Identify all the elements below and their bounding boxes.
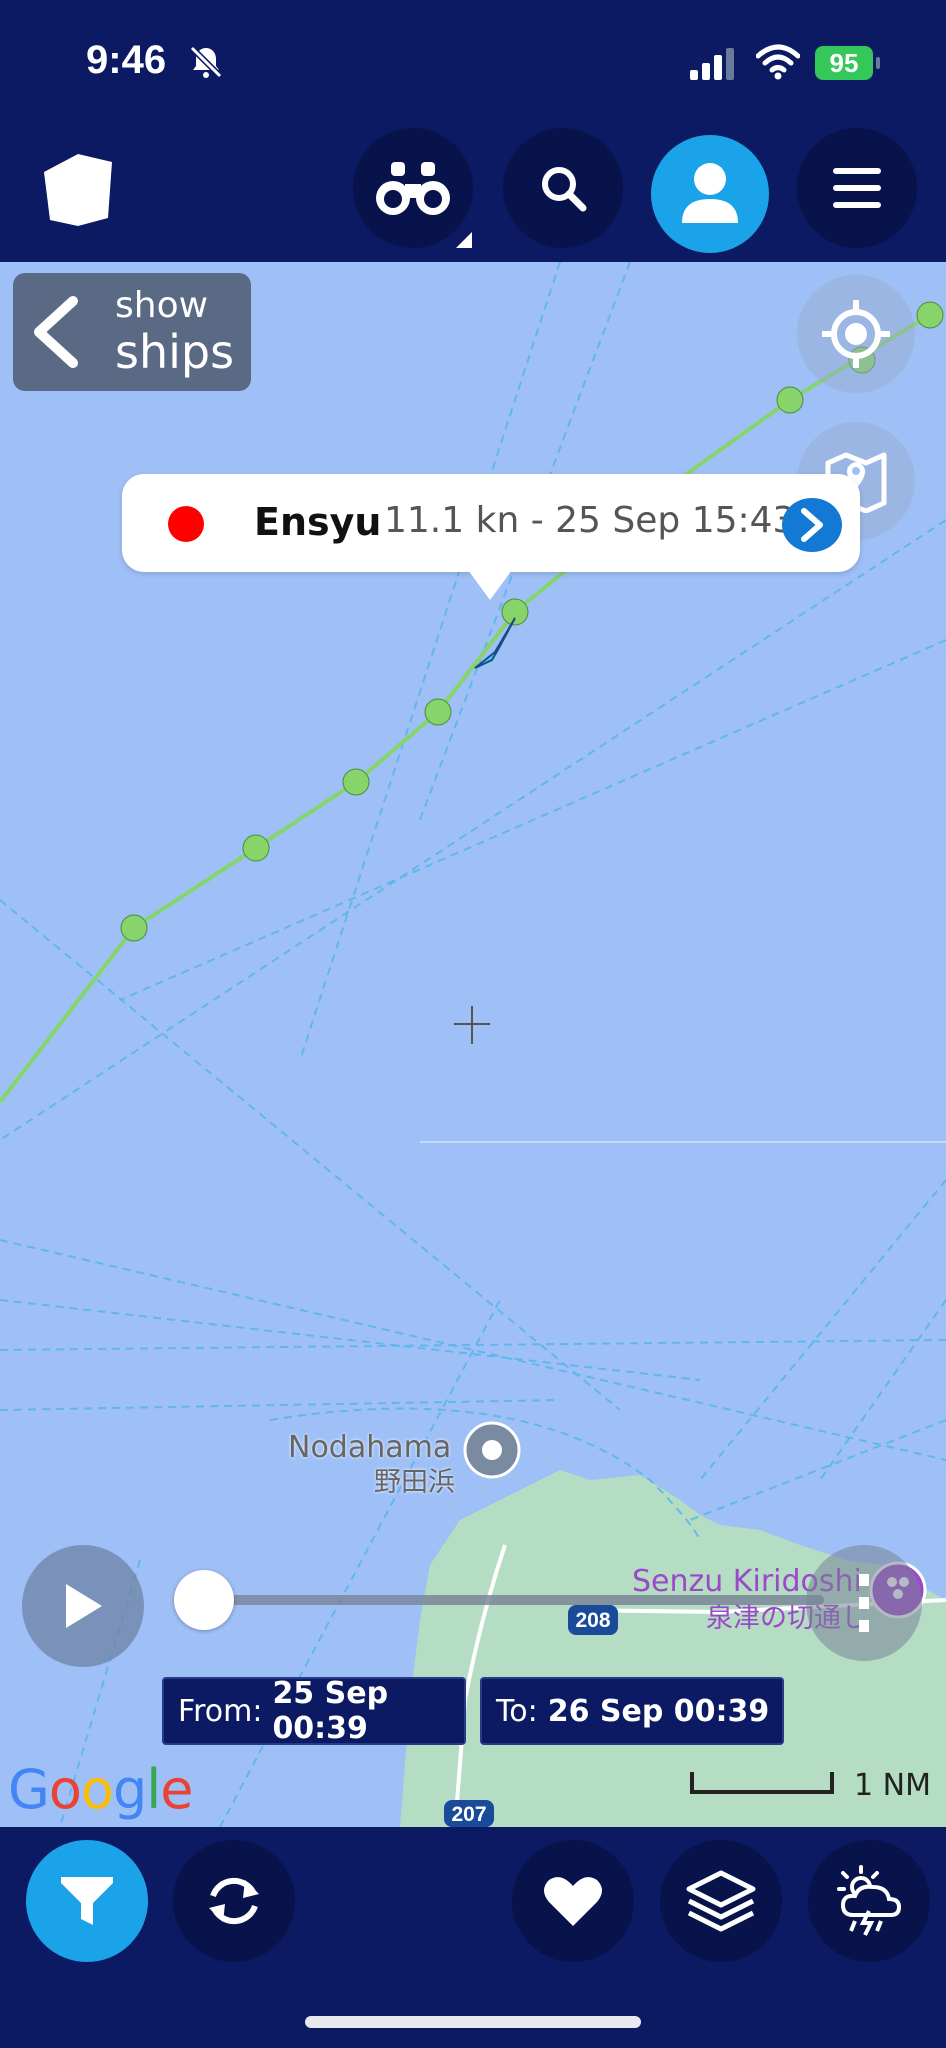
filter-icon [61,1877,113,1925]
battery-icon: 95 [815,46,873,80]
play-icon [66,1584,102,1628]
to-label: To: [496,1693,538,1729]
filter-button[interactable] [26,1840,148,1962]
layers-button[interactable] [660,1840,782,1962]
vessel-name: Ensyu [254,500,382,544]
user-button[interactable] [651,135,769,253]
scale-label: 1 NM [854,1768,931,1803]
status-bar: 9:46 95 [0,0,946,112]
battery-tip [876,57,880,69]
to-date[interactable]: To: 26 Sep 00:39 [480,1677,784,1745]
more-vertical-icon [859,1574,869,1632]
binoculars-dropdown-indicator [456,232,472,248]
refresh-button[interactable] [173,1840,295,1962]
weather-button[interactable] [808,1840,930,1962]
timeline-track[interactable] [204,1595,824,1605]
binoculars-icon [376,162,450,215]
vessel-details-button[interactable] [782,498,842,552]
bottom-toolbar [0,1827,946,2048]
binoculars-button[interactable] [353,128,473,248]
battery-level: 95 [829,47,859,78]
nodahama-marker [463,1421,521,1479]
layers-icon [686,1870,756,1932]
favorites-button[interactable] [512,1840,634,1962]
heart-icon [544,1877,602,1926]
road-label-207: 207 [451,1803,487,1826]
road-label-208: 208 [575,1609,611,1632]
show-ships-label-line1: show [115,285,209,326]
locate-icon [822,300,890,368]
search-button[interactable] [503,128,623,248]
chevron-right-icon [801,508,823,542]
show-ships-label-line2: ships [115,325,235,379]
more-options-button[interactable] [806,1545,922,1661]
timeline-thumb[interactable] [174,1570,234,1630]
refresh-icon [209,1877,259,1925]
vessel-popup[interactable]: Ensyu 11.1 kn - 25 Sep 15:43 [122,474,860,572]
home-indicator [305,2016,641,2028]
logo-icon[interactable] [36,150,118,235]
chevron-left-icon [34,296,78,368]
google-logo: Google [8,1758,193,1821]
center-crosshair [454,1006,490,1044]
menu-button[interactable] [797,128,917,248]
cellular-icon [690,48,734,80]
to-value: 26 Sep 00:39 [547,1693,770,1729]
user-icon [682,163,738,223]
vessel-status-dot [168,506,204,542]
show-ships-button[interactable]: show ships [13,273,251,391]
weather-icon [837,1865,902,1936]
from-date[interactable]: From: 25 Sep 00:39 [162,1676,466,1746]
vessel-info: 11.1 kn - 25 Sep 15:43 [384,500,796,541]
from-value: 25 Sep 00:39 [272,1676,389,1746]
track-points [120,301,944,942]
place-label-nodahama-jp: 野田浜 [374,1467,455,1498]
status-time: 9:46 [86,38,167,82]
from-label: From: [178,1693,263,1729]
bell-slash-icon [189,45,223,79]
menu-icon [833,168,881,208]
popup-pointer [468,570,512,600]
play-button[interactable] [22,1545,144,1667]
locate-button[interactable] [797,275,915,393]
wifi-icon [756,44,800,80]
search-icon [542,167,587,212]
